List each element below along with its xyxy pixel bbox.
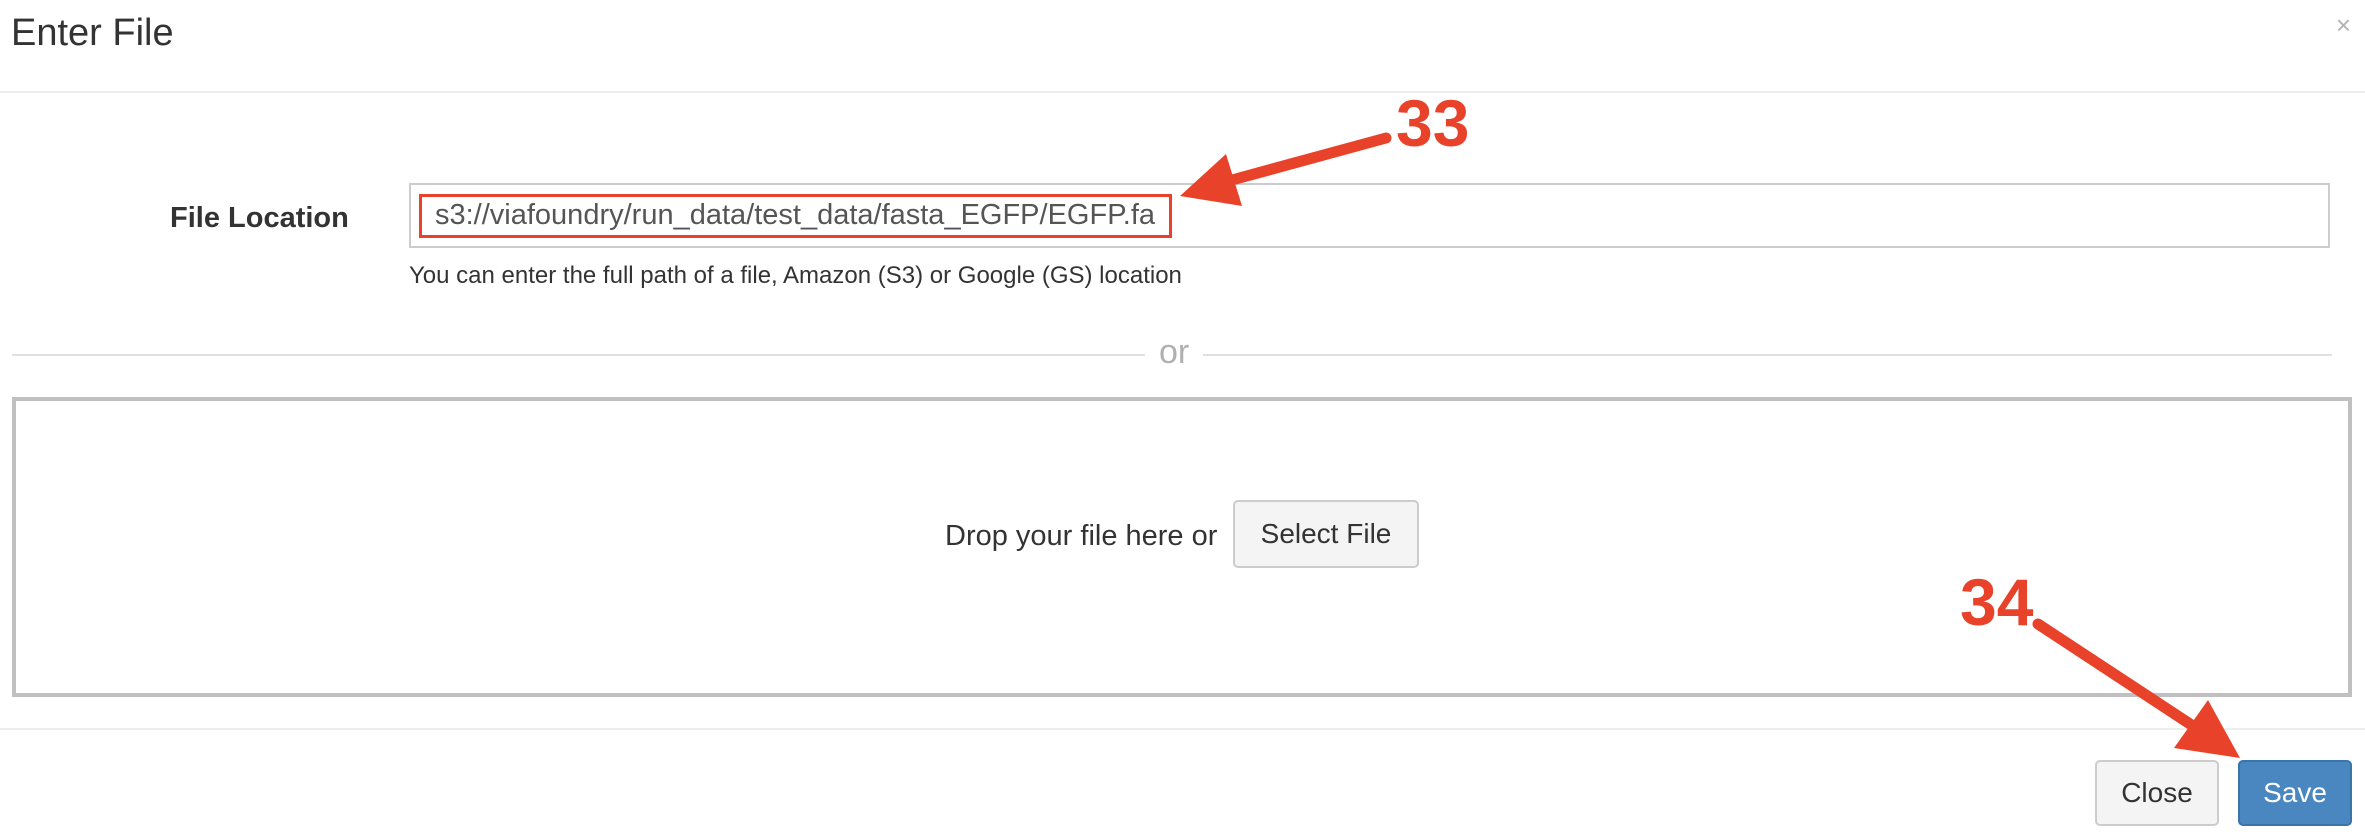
arrow-icon-34 xyxy=(2032,618,2240,758)
annotation-arrows xyxy=(1180,132,2240,758)
arrow-icon-33 xyxy=(1180,132,1392,206)
